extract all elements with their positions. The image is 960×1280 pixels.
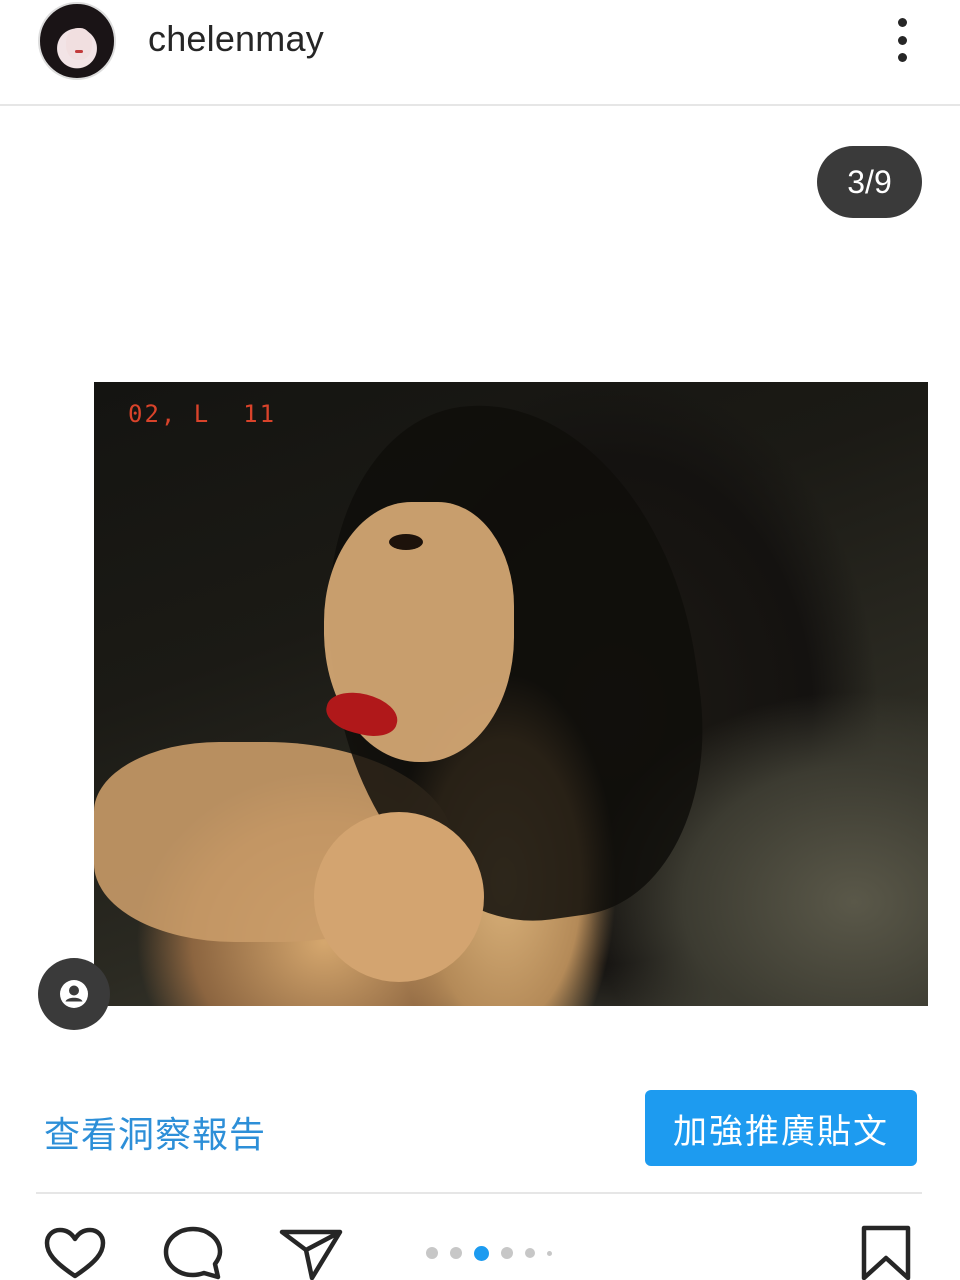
heart-icon[interactable]	[42, 1226, 108, 1280]
post-photo[interactable]: 02, L 11	[94, 382, 928, 1006]
profile-avatar[interactable]	[38, 2, 116, 80]
user-tag-button[interactable]	[38, 958, 110, 1030]
view-insights-link[interactable]: 查看洞察報告	[44, 1106, 266, 1158]
post-header: chelenmay	[0, 0, 960, 106]
carousel-dot	[525, 1248, 535, 1258]
more-dot	[897, 18, 907, 27]
avatar-face	[66, 28, 92, 60]
photo-eye	[389, 534, 423, 550]
username[interactable]: chelenmay	[148, 18, 324, 60]
action-divider	[36, 1192, 922, 1194]
carousel-counter: 3/9	[817, 146, 922, 218]
avatar-lips	[75, 50, 83, 53]
user-tag-icon	[60, 980, 88, 1008]
promote-post-button[interactable]: 加強推廣貼文	[645, 1090, 917, 1166]
carousel-indicator	[426, 1243, 552, 1263]
photo-hand	[314, 812, 484, 982]
photo-date-stamp: 02, L 11	[128, 400, 277, 428]
comment-icon[interactable]	[160, 1224, 226, 1280]
more-dot	[897, 35, 907, 45]
send-icon[interactable]	[278, 1226, 344, 1280]
more-dot	[897, 53, 907, 62]
carousel-dot-active	[474, 1245, 489, 1261]
carousel-dot	[501, 1247, 513, 1259]
carousel-dot	[426, 1247, 438, 1259]
more-options-icon[interactable]	[884, 14, 920, 66]
carousel-dot	[547, 1250, 552, 1256]
bookmark-icon[interactable]	[858, 1224, 914, 1280]
carousel-dot	[450, 1247, 462, 1259]
